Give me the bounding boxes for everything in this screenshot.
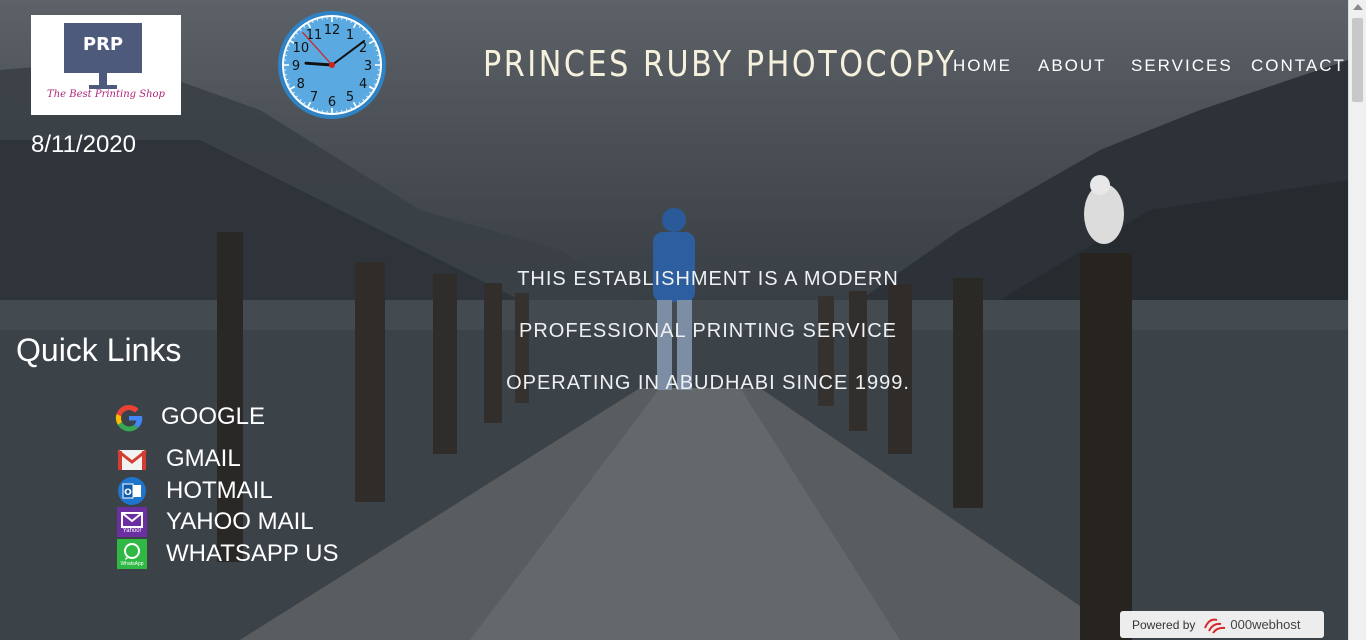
powered-by-badge[interactable]: Powered by 000webhost bbox=[1120, 611, 1324, 638]
scrollbar-thumb[interactable] bbox=[1352, 18, 1363, 102]
nav-home[interactable]: HOME bbox=[953, 56, 1012, 76]
quick-link-label: WHATSAPP US bbox=[166, 540, 339, 567]
outlook-icon: O bbox=[117, 476, 147, 506]
clock-numeral: 4 bbox=[359, 77, 367, 92]
clock-numeral: 7 bbox=[310, 90, 318, 105]
clock-numeral: 9 bbox=[292, 59, 300, 74]
quick-link-gmail[interactable]: GMAIL bbox=[117, 444, 241, 474]
host-brand: 000webhost bbox=[1203, 616, 1301, 634]
host-logo-icon bbox=[1204, 618, 1226, 634]
clock-numeral: 5 bbox=[346, 90, 354, 105]
whatsapp-icon: WhatsApp bbox=[117, 539, 147, 569]
quick-link-label: GOOGLE bbox=[161, 403, 266, 430]
quick-link-yahoo-mail[interactable]: Yahoo! YAHOO MAIL bbox=[117, 507, 314, 537]
logo-text: PRP bbox=[64, 23, 142, 73]
clock-numeral: 10 bbox=[293, 41, 310, 56]
logo-tagline: The Best Printing Shop bbox=[47, 89, 165, 100]
yahoo-mail-icon: Yahoo! bbox=[117, 507, 147, 537]
clock-numeral: 6 bbox=[328, 95, 336, 110]
whatsapp-icon-text: WhatsApp bbox=[120, 561, 144, 567]
clock-numeral: 1 bbox=[346, 28, 354, 43]
clock-numeral: 12 bbox=[324, 23, 341, 38]
quick-links-title: Quick Links bbox=[16, 332, 182, 368]
clock-numeral: 3 bbox=[364, 59, 372, 74]
quick-link-whatsapp[interactable]: WhatsApp WHATSAPP US bbox=[117, 539, 338, 569]
quick-link-label: GMAIL bbox=[166, 445, 241, 472]
svg-text:O: O bbox=[124, 488, 132, 498]
clock-numeral: 11 bbox=[306, 28, 323, 43]
analog-clock: 12 1234567891011 bbox=[278, 11, 386, 119]
clock-center bbox=[329, 62, 335, 68]
host-brand-name: 000webhost bbox=[1230, 617, 1301, 632]
page-scrollbar[interactable] bbox=[1348, 0, 1366, 640]
intro-line: THIS ESTABLISHMENT IS A MODERN bbox=[517, 268, 899, 290]
nav-about[interactable]: ABOUT bbox=[1038, 56, 1107, 76]
gmail-icon bbox=[117, 444, 147, 474]
powered-by-text: Powered by bbox=[1132, 617, 1196, 632]
site-logo[interactable]: PRP The Best Printing Shop bbox=[31, 15, 181, 115]
intro-line: PROFESSIONAL PRINTING SERVICE bbox=[519, 320, 897, 342]
quick-link-hotmail[interactable]: O HOTMAIL bbox=[117, 476, 273, 506]
quick-link-google[interactable]: GOOGLE bbox=[113, 402, 265, 432]
nav-contact[interactable]: CONTACT bbox=[1251, 56, 1346, 76]
scroll-up-arrow-icon[interactable] bbox=[1353, 4, 1363, 10]
quick-link-label: HOTMAIL bbox=[166, 477, 273, 504]
nav-services[interactable]: SERVICES bbox=[1131, 56, 1233, 76]
quick-link-label: YAHOO MAIL bbox=[166, 508, 314, 535]
yahoo-icon-text: Yahoo! bbox=[122, 528, 142, 534]
intro-text: THIS ESTABLISHMENT IS A MODERN PROFESSIO… bbox=[448, 253, 968, 409]
clock-hour-hand bbox=[304, 61, 334, 67]
intro-line: OPERATING IN ABUDHABI SINCE 1999. bbox=[506, 372, 910, 394]
clock-numeral: 8 bbox=[297, 77, 305, 92]
google-icon bbox=[113, 402, 143, 432]
site-title: PRINCES RUBY PHOTOCOPY bbox=[483, 44, 957, 85]
current-date: 8/11/2020 bbox=[31, 131, 136, 158]
